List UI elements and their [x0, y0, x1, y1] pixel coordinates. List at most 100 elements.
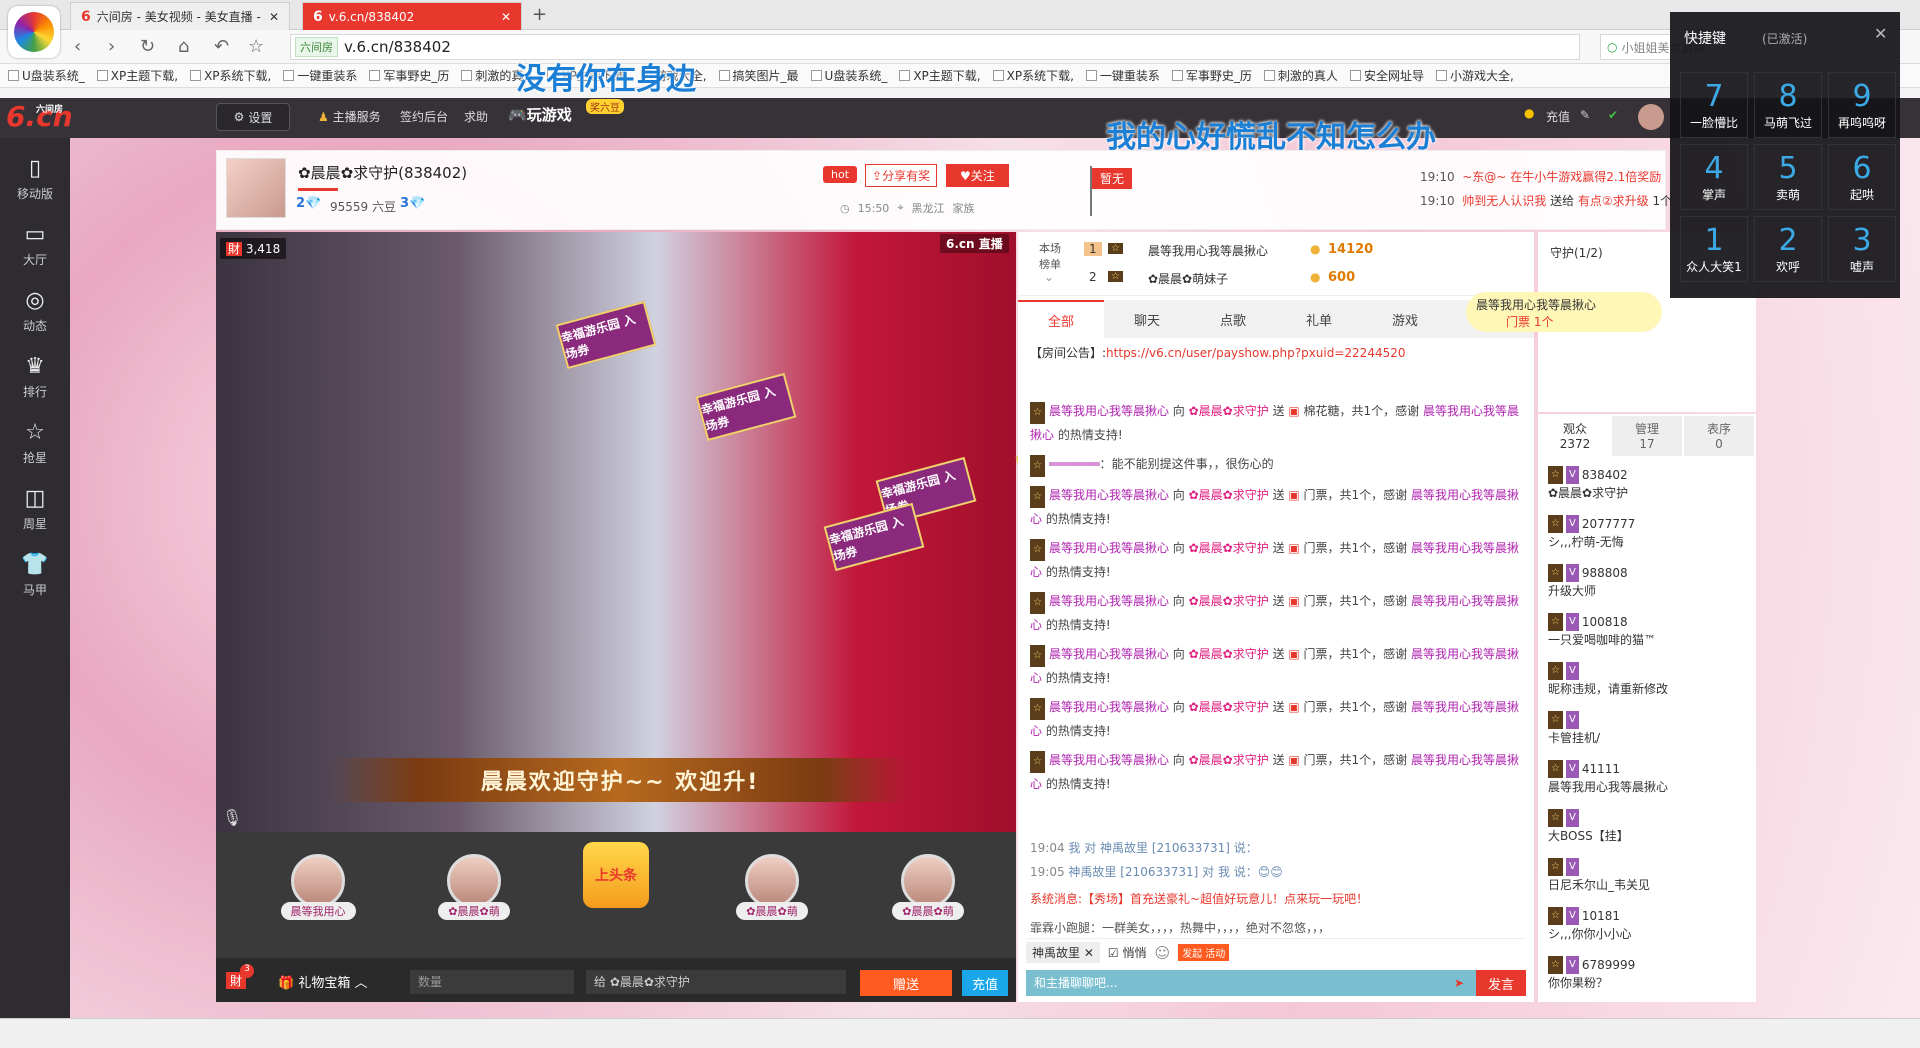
sidebar-item-1[interactable]: ▭ 大厅	[0, 212, 70, 278]
url-bar[interactable]: 六间房 v.6.cn/838402	[290, 34, 1580, 60]
bookmark-item[interactable]: 小游戏大全,	[1435, 67, 1514, 84]
undo-icon[interactable]: ↶	[214, 36, 229, 57]
notice-user[interactable]: ~东@~	[1462, 170, 1506, 184]
sidebar-item-6[interactable]: 👕 马甲	[0, 542, 70, 608]
chat-target[interactable]: ✿晨晨✿求守护	[1189, 753, 1269, 767]
rank-name[interactable]: 晨等我用心我等晨揪心	[1148, 242, 1268, 259]
sidebar-item-5[interactable]: ◫ 周星	[0, 476, 70, 542]
gift-slot[interactable]: ✿晨晨✿萌	[878, 840, 978, 920]
chat-user[interactable]: 晨等我用心我等晨揪心	[1049, 404, 1169, 418]
forward-icon[interactable]: ›	[108, 36, 115, 57]
nav-link-contract[interactable]: 签约后台	[400, 108, 448, 125]
send-chat-button[interactable]: 发言	[1476, 970, 1526, 996]
shortcut-key-9[interactable]: 9 再呜呜呀	[1828, 72, 1896, 138]
reload-icon[interactable]: ↻	[140, 36, 155, 57]
audience-item[interactable]: ☆ V 2077777 シ,,,柠萌-无悔	[1548, 515, 1748, 551]
chat-tab-4[interactable]: 游戏	[1362, 300, 1448, 338]
audience-tab-1[interactable]: 管理 17	[1612, 416, 1682, 456]
notice-user[interactable]: 帅到无人认识我	[1462, 194, 1546, 208]
back-icon[interactable]: ‹	[74, 36, 81, 57]
recharge-nav-link[interactable]: 充值	[1546, 108, 1570, 125]
audience-item[interactable]: ☆ V 大BOSS【挂】	[1548, 809, 1748, 845]
shortcut-key-5[interactable]: 5 卖萌	[1754, 144, 1822, 210]
bookmark-item[interactable]: 安全网址导	[1349, 67, 1424, 84]
audience-tab-0[interactable]: 观众 2372	[1540, 416, 1610, 456]
chevron-down-icon[interactable]: ⌄	[1044, 270, 1054, 284]
url-text[interactable]: v.6.cn/838402	[344, 38, 451, 56]
settings-button[interactable]: ⚙ 设置	[216, 103, 290, 131]
chat-tab-1[interactable]: 聊天	[1104, 300, 1190, 338]
chat-tab-0[interactable]: 全部	[1018, 300, 1104, 338]
close-icon[interactable]: ✕	[1874, 24, 1887, 43]
sidebar-item-0[interactable]: ▯ 移动版	[0, 146, 70, 212]
chat-user[interactable]: 晨等我用心我等晨揪心	[1049, 753, 1169, 767]
bookmark-item[interactable]: U盘装系统_	[8, 67, 85, 84]
chat-tab-3[interactable]: 礼单	[1276, 300, 1362, 338]
edit-icon[interactable]: ✎	[1580, 108, 1590, 122]
audience-item[interactable]: ☆ V 卡管挂机/	[1548, 711, 1748, 747]
shortcut-key-4[interactable]: 4 掌声	[1680, 144, 1748, 210]
chat-target[interactable]: ✿晨晨✿求守护	[1189, 700, 1269, 714]
rank-name[interactable]: ✿晨晨✿萌妹子	[1148, 270, 1228, 287]
chat-user[interactable]: 晨等我用心我等晨揪心	[1049, 541, 1169, 555]
chat-target[interactable]: ✿晨晨✿求守护	[1189, 488, 1269, 502]
audience-item[interactable]: ☆ V 6789999 你你果粉？	[1548, 956, 1748, 992]
bookmark-item[interactable]: 刺激的真人	[1263, 67, 1338, 84]
user-avatar[interactable]	[1638, 104, 1664, 130]
shortcut-key-8[interactable]: 8 马萌飞过	[1754, 72, 1822, 138]
favorite-star-icon[interactable]: ☆	[248, 36, 264, 57]
nav-link-anchor-service[interactable]: ♟ 主播服务	[318, 108, 381, 125]
shortcut-key-6[interactable]: 6 起哄	[1828, 144, 1896, 210]
chat-target[interactable]: ✿晨晨✿求守护	[1189, 647, 1269, 661]
chat-target-select[interactable]: 神禹故里 ✕	[1026, 942, 1100, 963]
bookmark-item[interactable]: XP系统下载,	[992, 67, 1074, 84]
chat-input[interactable]: 和主播聊聊吧...	[1026, 970, 1442, 996]
treasure-box-button[interactable]: 🎁 礼物宝箱 ︿	[278, 972, 368, 991]
check-icon[interactable]: ✔	[1608, 108, 1618, 122]
notice-link[interactable]: https://v6.cn/user/payshow.php?pxuid=222…	[1106, 346, 1405, 360]
new-tab-icon[interactable]: +	[532, 4, 547, 25]
bookmark-item[interactable]: XP系统下载,	[190, 67, 271, 84]
bookmark-item[interactable]: 搞笑图片_最	[718, 67, 799, 84]
chat-target[interactable]: ✿晨晨✿求守护	[1189, 541, 1269, 555]
close-icon[interactable]: ✕	[269, 10, 279, 24]
audience-item[interactable]: ☆ V 昵称违规，请重新修改	[1548, 662, 1748, 698]
gift-slot[interactable]: ✿晨晨✿萌	[722, 840, 822, 920]
send-gift-button[interactable]: 赠送	[860, 970, 952, 996]
nav-link-help[interactable]: 求助	[464, 108, 488, 125]
browser-logo[interactable]	[8, 6, 60, 58]
close-icon[interactable]: ✕	[501, 10, 511, 24]
gift-slot[interactable]: 晨等我用心	[268, 840, 368, 920]
bookmark-item[interactable]: 军事野史_历	[1171, 67, 1252, 84]
audience-item[interactable]: ☆ V 41111 晨等我用心我等晨揪心	[1548, 760, 1748, 796]
anchor-avatar[interactable]	[226, 158, 286, 218]
home-icon[interactable]: ⌂	[178, 36, 189, 57]
audience-item[interactable]: ☆ V 988808 升级大师	[1548, 564, 1748, 600]
browser-tab-room[interactable]: 6 v.6.cn/838402 ✕	[302, 2, 522, 30]
bookmark-item[interactable]: XP主题下载,	[899, 67, 981, 84]
headline-button[interactable]: 上头条	[583, 842, 649, 908]
browser-tab-6cn-home[interactable]: 6 六间房 - 美女视频 - 美女直播 - ✕	[70, 2, 290, 30]
gift-slot[interactable]: ✿晨晨✿萌	[424, 840, 524, 920]
bookmark-item[interactable]: XP主题下载,	[96, 67, 178, 84]
bookmark-item[interactable]: 一键重装系	[1085, 67, 1160, 84]
audience-tab-2[interactable]: 表序 0	[1684, 416, 1754, 456]
bookmark-item[interactable]: U盘装系统_	[810, 67, 887, 84]
bookmark-item[interactable]: 一键重装系	[283, 67, 357, 84]
microphone-icon[interactable]: 🎙	[222, 808, 242, 827]
shortcut-key-1[interactable]: 1 众人大笑1	[1680, 216, 1748, 282]
send-arrow-icon[interactable]: ➤	[1442, 970, 1476, 996]
bookmark-item[interactable]: 军事野史_历	[369, 67, 449, 84]
sidebar-item-3[interactable]: ♛ 排行	[0, 344, 70, 410]
chat-target[interactable]: ✿晨晨✿求守护	[1189, 404, 1269, 418]
sidebar-item-4[interactable]: ☆ 抢星	[0, 410, 70, 476]
site-logo[interactable]: 6.cn 六间房	[6, 100, 73, 133]
recharge-button[interactable]: 充值	[962, 970, 1008, 996]
chat-target[interactable]: ✿晨晨✿求守护	[1189, 594, 1269, 608]
chat-user[interactable]: 晨等我用心我等晨揪心	[1049, 647, 1169, 661]
emoji-icon[interactable]: ☺	[1154, 944, 1170, 962]
quantity-input[interactable]: 数量	[410, 970, 574, 994]
system-message[interactable]: 系统消息:【秀场】首充送豪礼~超值好玩意儿！点来玩一玩吧！	[1030, 884, 1520, 914]
shortcut-key-2[interactable]: 2 欢呼	[1754, 216, 1822, 282]
chat-user[interactable]: 晨等我用心我等晨揪心	[1049, 700, 1169, 714]
